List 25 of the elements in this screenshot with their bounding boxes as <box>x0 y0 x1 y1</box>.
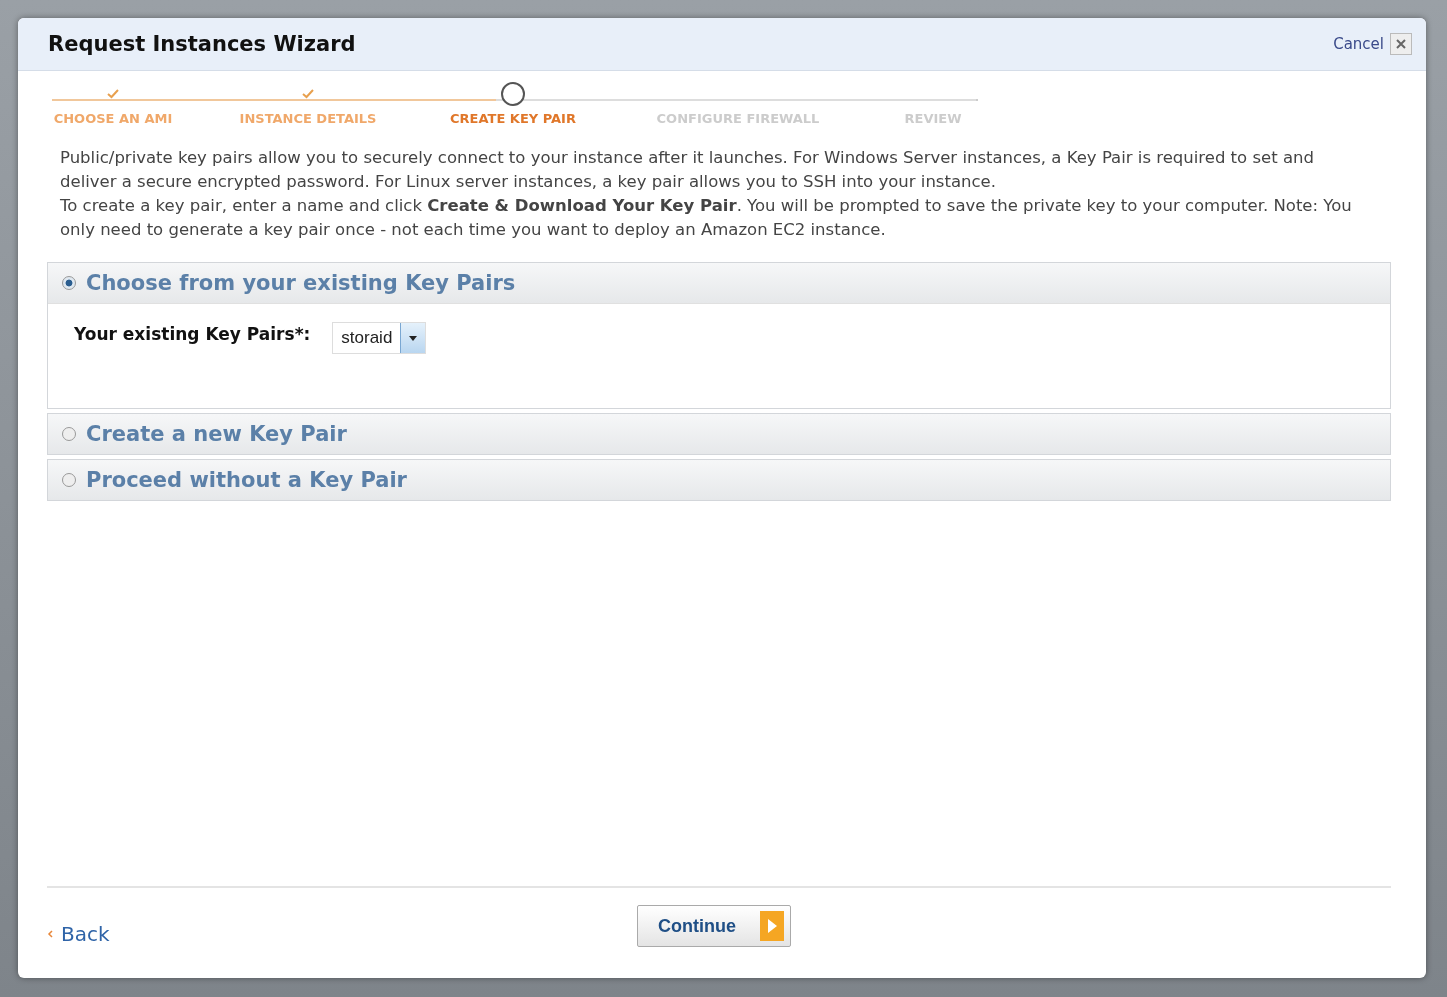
caret-icon <box>409 335 418 341</box>
radio-button[interactable] <box>62 427 76 441</box>
arrow-right-icon <box>760 911 784 941</box>
radio-button[interactable] <box>62 473 76 487</box>
step-circle-icon <box>500 81 526 107</box>
window-title: Request Instances Wizard <box>48 32 356 56</box>
close-icon <box>1396 39 1406 49</box>
back-link[interactable]: Back <box>47 922 110 946</box>
check-icon <box>302 89 314 99</box>
option-label[interactable]: Create a new Key Pair <box>86 422 347 446</box>
description-text: To create a key pair, enter a name and click Create & Download Your Key Pair. You will be prompted to save the private key to your computer. Note: You only need to generate a key pair once - not each time you want to deploy an Amazon EC2 instance. <box>60 195 1353 241</box>
description-text: Public/private key pairs allow you to securely connect to your instance after it launches. For Windows Server instances, a Key Pair is required to set and deliver a secure encrypted password. For Linux server instances, a key pair allows you to SSH into your instance. <box>60 147 1315 193</box>
cancel-link[interactable]: Cancel <box>1333 35 1384 53</box>
option-label[interactable]: Choose from your existing Key Pairs <box>86 271 516 295</box>
continue-button[interactable]: Continue <box>637 905 791 947</box>
field-label: Your existing Key Pairs*: <box>74 324 311 344</box>
option-label[interactable]: Proceed without a Key Pair <box>86 468 407 492</box>
check-icon <box>107 89 119 99</box>
step-label: CHOOSE AN AMI <box>53 111 173 126</box>
key-pair-dropdown[interactable]: storaid <box>332 322 427 354</box>
close-button[interactable] <box>1390 33 1412 55</box>
radio-button[interactable] <box>62 276 76 290</box>
step-label: CREATE KEY PAIR <box>450 111 576 126</box>
chevron-left-icon <box>47 930 53 938</box>
step-label: INSTANCE DETAILS <box>239 111 377 126</box>
